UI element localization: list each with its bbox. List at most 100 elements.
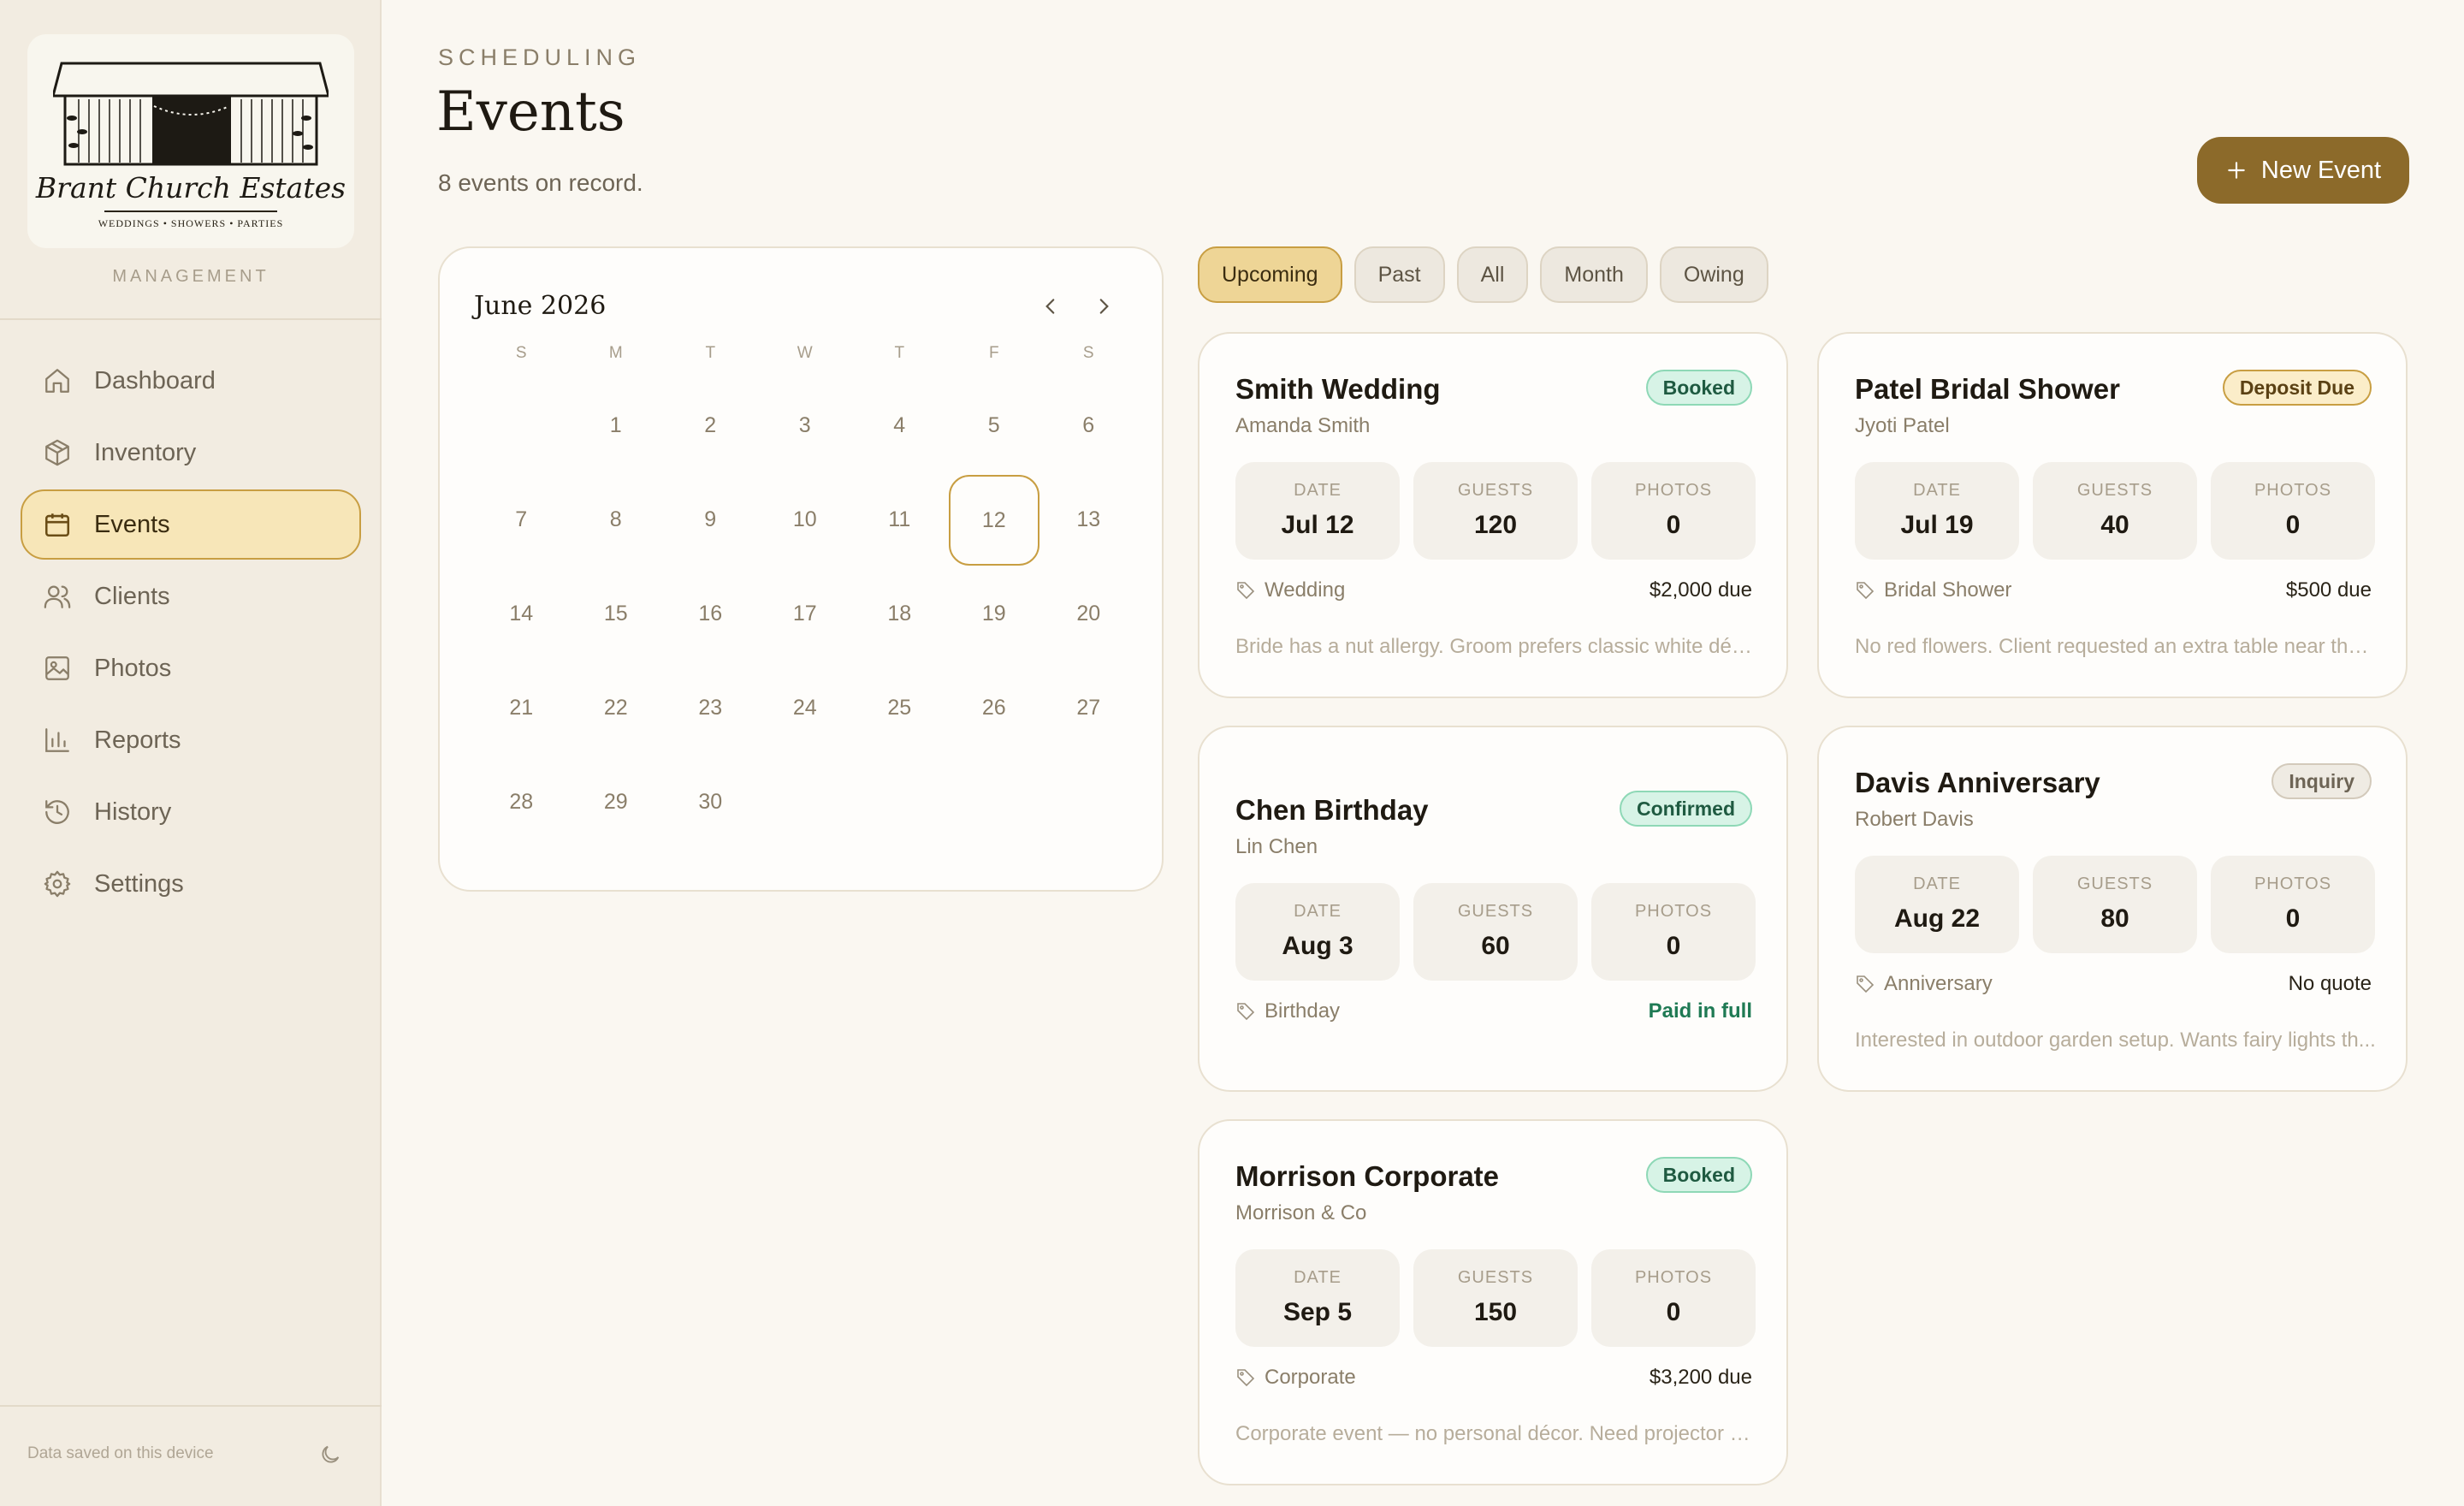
chevron-right-icon — [1099, 299, 1109, 314]
calendar-day[interactable]: 8 — [569, 475, 664, 564]
status-badge: Confirmed — [1620, 791, 1752, 827]
stat-date: DATE Jul 12 — [1235, 462, 1400, 560]
calendar-day[interactable]: 22 — [569, 663, 664, 752]
new-event-label: New Event — [2260, 156, 2382, 184]
weekday-label: S — [515, 344, 527, 362]
calendar-week-row: 21 22 23 24 25 26 27 — [474, 661, 1136, 755]
filter-owing[interactable]: Owing — [1659, 246, 1768, 303]
calendar-day[interactable]: 30 — [663, 757, 758, 846]
calendar-day[interactable]: 20 — [1041, 569, 1136, 658]
calendar-day[interactable]: 13 — [1041, 475, 1136, 564]
filter-all[interactable]: All — [1456, 246, 1529, 303]
sidebar-item-photos[interactable]: Photos — [21, 633, 361, 703]
event-card-davis-anniversary[interactable]: Davis Anniversary Inquiry Robert Davis D… — [1817, 726, 2408, 1092]
sidebar-item-dashboard[interactable]: Dashboard — [21, 346, 361, 416]
sidebar-item-label: Inventory — [94, 438, 197, 466]
sidebar-item-inventory[interactable]: Inventory — [21, 418, 361, 488]
stat-guests: GUESTS 120 — [1413, 462, 1578, 560]
stat-guests: GUESTS 80 — [2033, 856, 2197, 953]
weekday-header: S M T W T F S — [474, 344, 1136, 378]
calendar-day[interactable]: 17 — [758, 569, 853, 658]
new-event-button[interactable]: New Event — [2197, 137, 2409, 204]
sidebar-item-events[interactable]: Events — [21, 489, 361, 560]
calendar-day[interactable]: 2 — [663, 381, 758, 470]
calendar-empty-cell — [758, 757, 853, 846]
calendar-week-row: 7 8 9 10 11 12 13 — [474, 472, 1136, 566]
filter-upcoming[interactable]: Upcoming — [1198, 246, 1342, 303]
users-icon — [44, 585, 71, 608]
moon-icon[interactable] — [318, 1443, 342, 1467]
event-meta: Corporate $3,200 due — [1235, 1366, 1752, 1390]
event-client: Morrison & Co — [1235, 1201, 1367, 1224]
event-type-tag: Corporate — [1235, 1366, 1356, 1390]
calendar-day[interactable]: 11 — [852, 475, 947, 564]
calendar-day[interactable]: 25 — [852, 663, 947, 752]
calendar-day-today[interactable]: 12 — [947, 475, 1042, 566]
sidebar-item-history[interactable]: History — [21, 777, 361, 847]
calendar-day[interactable]: 26 — [947, 663, 1042, 752]
calendar-next-button[interactable] — [1088, 291, 1119, 322]
calendar-day[interactable]: 28 — [474, 757, 569, 846]
event-type-tag: Bridal Shower — [1855, 578, 2011, 602]
event-card-smith-wedding[interactable]: Smith Wedding Booked Amanda Smith DATE Ju… — [1198, 332, 1788, 698]
calendar-day[interactable]: 14 — [474, 569, 569, 658]
event-stats: DATE Jul 12 GUESTS 120 PHOTOS 0 — [1235, 462, 1756, 560]
event-card-morrison-corporate[interactable]: Morrison Corporate Booked Morrison & Co … — [1198, 1119, 1788, 1485]
calendar-day[interactable]: 24 — [758, 663, 853, 752]
sidebar-item-settings[interactable]: Settings — [21, 849, 361, 919]
brand-tagline: WEDDINGS • SHOWERS • PARTIES — [98, 217, 284, 229]
calendar-empty-cell — [1041, 757, 1136, 846]
event-card-chen-birthday[interactable]: Chen Birthday Confirmed Lin Chen DATE Aug… — [1198, 726, 1788, 1092]
event-meta: Birthday Paid in full — [1235, 999, 1752, 1023]
event-client: Amanda Smith — [1235, 414, 1371, 437]
calendar-day[interactable]: 16 — [663, 569, 758, 658]
calendar-day[interactable]: 6 — [1041, 381, 1136, 470]
calendar-prev-button[interactable] — [1035, 291, 1066, 322]
bar-chart-icon — [45, 728, 69, 752]
calendar-day[interactable]: 15 — [569, 569, 664, 658]
sidebar-item-label: Clients — [94, 582, 170, 610]
gear-icon — [44, 870, 71, 898]
sidebar-item-reports[interactable]: Reports — [21, 705, 361, 775]
sidebar-footer-divider — [0, 1405, 382, 1407]
sidebar-item-label: Dashboard — [94, 366, 216, 394]
weekday-label: M — [608, 344, 623, 362]
weekday-label: T — [894, 344, 905, 362]
calendar-day[interactable]: 5 — [947, 381, 1042, 470]
event-meta: Anniversary No quote — [1855, 972, 2372, 996]
event-title: Chen Birthday — [1235, 794, 1429, 826]
tag-icon — [1857, 582, 1875, 600]
sidebar-item-label: Reports — [94, 726, 181, 754]
stat-photos: PHOTOS 0 — [1591, 1249, 1756, 1347]
filter-month[interactable]: Month — [1540, 246, 1648, 303]
calendar-day[interactable]: 3 — [758, 381, 853, 470]
event-card-patel-bridal-shower[interactable]: Patel Bridal Shower Deposit Due Jyoti Pa… — [1817, 332, 2408, 698]
event-stats: DATE Aug 3 GUESTS 60 PHOTOS 0 — [1235, 883, 1756, 981]
calendar-day[interactable]: 21 — [474, 663, 569, 752]
calendar-day[interactable]: 4 — [852, 381, 947, 470]
calendar-day[interactable]: 7 — [474, 475, 569, 564]
event-title: Patel Bridal Shower — [1855, 373, 2120, 405]
calendar-day[interactable]: 1 — [569, 381, 664, 470]
sidebar-item-label: Events — [94, 510, 170, 538]
calendar-empty-cell — [474, 381, 569, 470]
calendar-day[interactable]: 10 — [758, 475, 853, 564]
calendar-day[interactable]: 27 — [1041, 663, 1136, 752]
stat-date: DATE Sep 5 — [1235, 1249, 1400, 1347]
status-badge: Booked — [1645, 1157, 1752, 1193]
calendar-day[interactable]: 18 — [852, 569, 947, 658]
page-eyebrow: SCHEDULING — [438, 44, 642, 70]
brand-logo[interactable]: Brant Church Estates WEDDINGS • SHOWERS … — [27, 34, 354, 248]
calendar-day[interactable]: 19 — [947, 569, 1042, 658]
calendar-day[interactable]: 9 — [663, 475, 758, 564]
calendar-empty-cell — [947, 757, 1042, 846]
filter-past[interactable]: Past — [1353, 246, 1445, 303]
event-stats: DATE Aug 22 GUESTS 80 PHOTOS 0 — [1855, 856, 2375, 953]
calendar-day[interactable]: 29 — [569, 757, 664, 846]
sidebar-item-clients[interactable]: Clients — [21, 561, 361, 631]
barn-logo-icon — [53, 62, 329, 166]
stat-guests: GUESTS 60 — [1413, 883, 1578, 981]
event-meta: Wedding $2,000 due — [1235, 578, 1752, 602]
stat-guests: GUESTS 150 — [1413, 1249, 1578, 1347]
calendar-day[interactable]: 23 — [663, 663, 758, 752]
